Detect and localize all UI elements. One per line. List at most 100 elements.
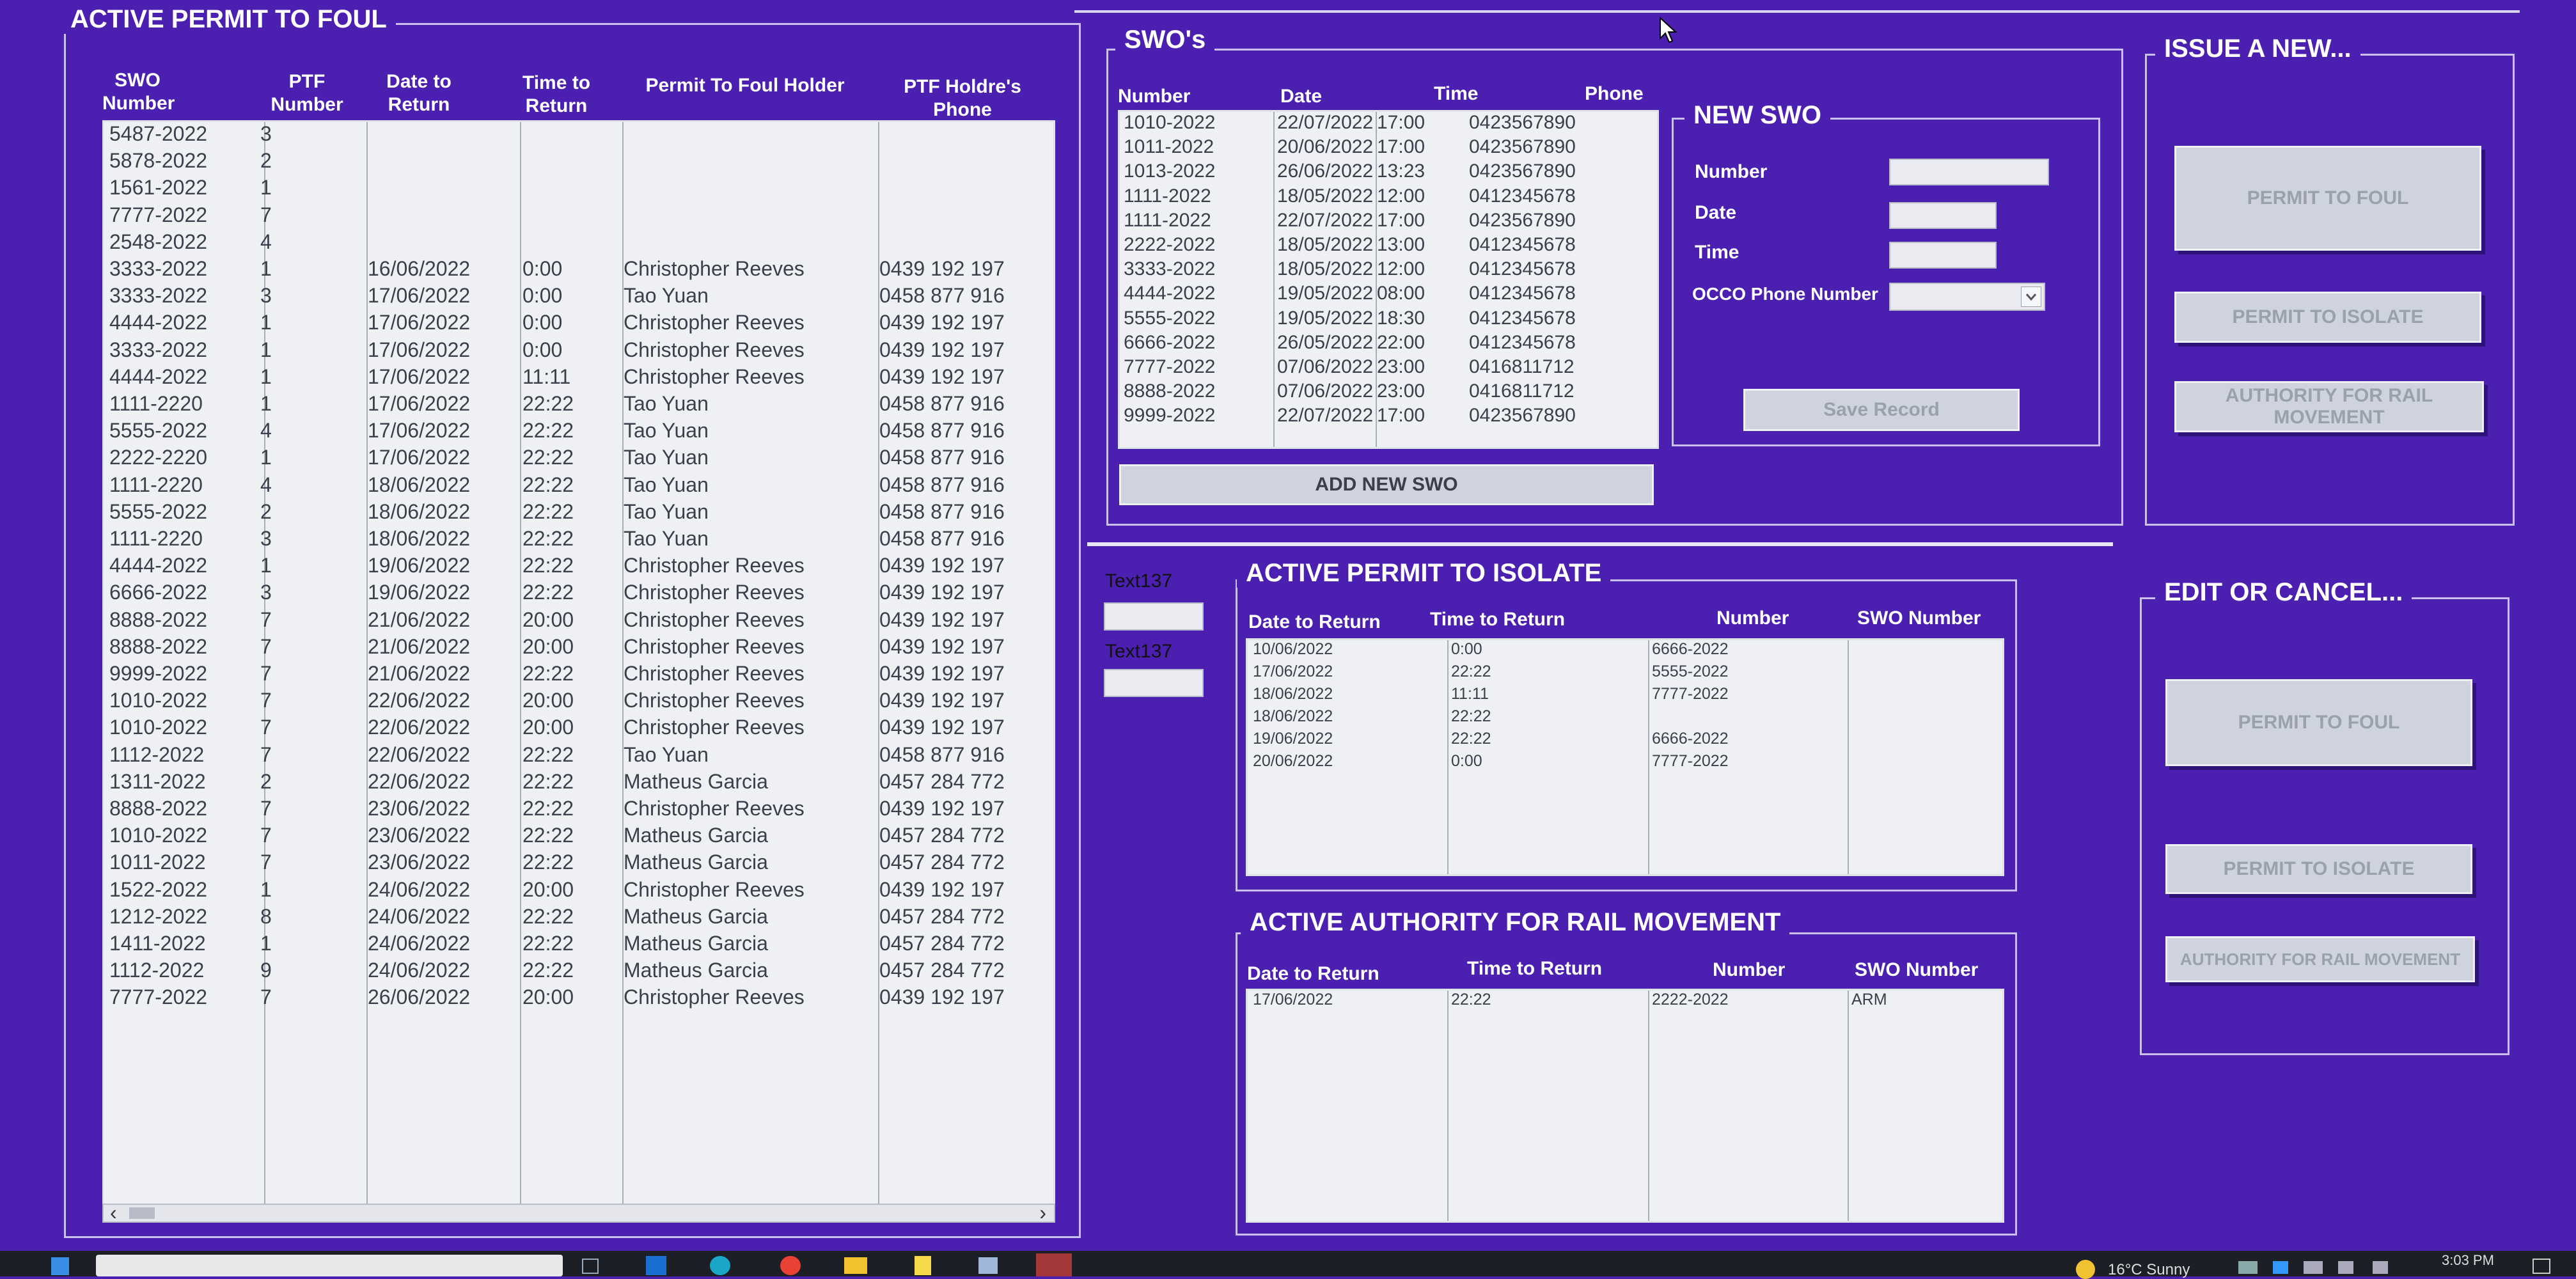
issue-permit-to-foul-button[interactable]: PERMIT TO FOUL: [2174, 146, 2481, 251]
ptf-row[interactable]: 5487-2022 3: [104, 122, 1053, 149]
new-swo-number-field[interactable]: [1889, 159, 2049, 185]
swo-row[interactable]: 9999-2022 22/07/2022 17:00 0423567890: [1120, 405, 1657, 429]
swo-cell: 18/05/2022: [1277, 258, 1374, 280]
swo-row[interactable]: 1011-2022 20/06/2022 17:00 0423567890: [1120, 136, 1657, 161]
pti-list[interactable]: 10/06/2022 0:00 6666-2022 17/06/2022 22:22 55…: [1246, 638, 2004, 876]
ptf-row[interactable]: 3333-2022 1 17/06/2022 0:00 Christopher Reev…: [104, 338, 1053, 365]
ptf-row[interactable]: 4444-2022 1 17/06/2022 11:11 Christopher Ree…: [104, 365, 1053, 392]
arm-row[interactable]: 17/06/2022 22:22 2222-2022 ARM: [1248, 991, 2002, 1013]
swo-cell: 6666-2022: [1124, 331, 1216, 353]
arm-title: ACTIVE AUTHORITY FOR RAIL MOVEMENT: [1241, 908, 1790, 937]
swo-row[interactable]: 7777-2022 07/06/2022 23:00 0416811712: [1120, 356, 1657, 381]
add-new-swo-button[interactable]: ADD NEW SWO: [1119, 464, 1654, 505]
ptf-row[interactable]: 2222-2220 1 17/06/2022 22:22 Tao Yuan 0458 87…: [104, 446, 1053, 473]
chrome-icon[interactable]: [780, 1256, 801, 1275]
clock[interactable]: 3:03 PM: [2442, 1252, 2494, 1269]
ptf-row[interactable]: 5555-2022 2 18/06/2022 22:22 Tao Yuan 0458 87…: [104, 500, 1053, 527]
swo-row[interactable]: 1013-2022 26/06/2022 13:23 0423567890: [1120, 161, 1657, 185]
save-record-button[interactable]: Save Record: [1743, 389, 2020, 431]
ptf-cell: 7: [260, 824, 272, 847]
ptf-row[interactable]: 5555-2022 4 17/06/2022 22:22 Tao Yuan 0458 87…: [104, 419, 1053, 446]
edit-permit-to-isolate-button[interactable]: PERMIT TO ISOLATE: [2165, 844, 2472, 894]
swo-row[interactable]: 3333-2022 18/05/2022 12:00 0412345678: [1120, 258, 1657, 283]
ptf-cell: 1: [260, 176, 272, 200]
new-swo-phone-dropdown[interactable]: [1889, 283, 2045, 311]
ptf-row[interactable]: 5878-2022 2: [104, 149, 1053, 176]
text137-field-1[interactable]: [1104, 602, 1204, 631]
swo-row[interactable]: 8888-2022 07/06/2022 23:00 0416811712: [1120, 381, 1657, 405]
ptf-row[interactable]: 1010-2022 7 22/06/2022 20:00 Christopher Ree…: [104, 716, 1053, 742]
swo-list[interactable]: 1010-2022 22/07/2022 17:00 0423567890 1011-2…: [1118, 110, 1659, 449]
ptf-row[interactable]: 1011-2022 7 23/06/2022 22:22 Matheus Garcia 0…: [104, 851, 1053, 877]
pti-row[interactable]: 17/06/2022 22:22 5555-2022: [1248, 663, 2002, 685]
file-explorer-icon[interactable]: [844, 1257, 867, 1274]
text137-field-2[interactable]: [1104, 669, 1204, 697]
pti-row[interactable]: 19/06/2022 22:22 6666-2022: [1248, 730, 2002, 752]
swo-row[interactable]: 1010-2022 22/07/2022 17:00 0423567890: [1120, 112, 1657, 136]
pti-row[interactable]: 18/06/2022 22:22: [1248, 707, 2002, 730]
ptf-row[interactable]: 3333-2022 3 17/06/2022 0:00 Tao Yuan 0458 877…: [104, 284, 1053, 311]
ptf-cell: 0458 877 916: [879, 284, 1005, 308]
pti-header-time: Time to Return: [1430, 609, 1566, 630]
ptf-row[interactable]: 7777-2022 7 26/06/2022 20:00 Christopher Ree…: [104, 985, 1053, 1012]
pti-row[interactable]: 10/06/2022 0:00 6666-2022: [1248, 640, 2002, 663]
start-icon[interactable]: [51, 1257, 69, 1275]
ptf-row[interactable]: 4444-2022 1 17/06/2022 0:00 Christopher Reev…: [104, 311, 1053, 338]
tray-icons[interactable]: [2238, 1261, 2430, 1274]
ptf-row[interactable]: 8888-2022 7 21/06/2022 20:00 Christopher Ree…: [104, 608, 1053, 635]
new-swo-time-field[interactable]: [1889, 242, 1997, 269]
edge-icon[interactable]: [710, 1256, 730, 1275]
swo-row[interactable]: 2222-2022 18/05/2022 13:00 0412345678: [1120, 234, 1657, 258]
ptf-row[interactable]: 1112-2022 9 24/06/2022 22:22 Matheus Garcia 0…: [104, 959, 1053, 985]
swo-row[interactable]: 1111-2022 18/05/2022 12:00 0412345678: [1120, 185, 1657, 210]
ptf-row[interactable]: 3333-2022 1 16/06/2022 0:00 Christopher Reev…: [104, 257, 1053, 284]
ptf-row[interactable]: 8888-2022 7 21/06/2022 20:00 Christopher Ree…: [104, 635, 1053, 662]
ptf-row[interactable]: 8888-2022 7 23/06/2022 22:22 Christopher Ree…: [104, 797, 1053, 824]
app-icon[interactable]: [978, 1257, 998, 1274]
ptf-row[interactable]: 2548-2022 4: [104, 230, 1053, 257]
ptf-cell: 24/06/2022: [368, 904, 471, 928]
ptf-row[interactable]: 1522-2022 1 24/06/2022 20:00 Christopher Ree…: [104, 878, 1053, 905]
ptf-row[interactable]: 1311-2022 2 22/06/2022 22:22 Matheus Garcia 0…: [104, 770, 1053, 797]
sticky-notes-icon[interactable]: [915, 1256, 931, 1275]
ptf-row[interactable]: 7777-2022 7: [104, 203, 1053, 230]
arm-list[interactable]: 17/06/2022 22:22 2222-2022 ARM: [1246, 989, 2004, 1223]
notification-icon[interactable]: [2533, 1259, 2550, 1274]
ptf-hscroll-thumb[interactable]: [129, 1207, 155, 1219]
ptf-row[interactable]: 1561-2022 1: [104, 176, 1053, 203]
swo-row[interactable]: 5555-2022 19/05/2022 18:30 0412345678: [1120, 308, 1657, 332]
taskview-icon[interactable]: [582, 1259, 599, 1274]
ptf-row[interactable]: 6666-2022 3 19/06/2022 22:22 Christopher Ree…: [104, 581, 1053, 608]
swo-row[interactable]: 4444-2022 19/05/2022 08:00 0412345678: [1120, 283, 1657, 307]
pti-row[interactable]: 20/06/2022 0:00 7777-2022: [1248, 752, 2002, 774]
ptf-list[interactable]: 5487-2022 3 5878-2022 2 1561-2022 1 7777-2022 7…: [102, 120, 1055, 1207]
search-box[interactable]: [96, 1255, 563, 1276]
new-swo-date-field[interactable]: [1889, 202, 1997, 229]
ptf-row[interactable]: 1010-2022 7 23/06/2022 22:22 Matheus Garcia 0…: [104, 824, 1053, 851]
ptf-row[interactable]: 1112-2022 7 22/06/2022 22:22 Tao Yuan 0458 87…: [104, 743, 1053, 770]
ptf-row[interactable]: 1010-2022 7 22/06/2022 20:00 Christopher Ree…: [104, 689, 1053, 716]
chevron-down-icon[interactable]: [2021, 286, 2041, 307]
ptf-row[interactable]: 1411-2022 1 24/06/2022 22:22 Matheus Garcia 0…: [104, 932, 1053, 959]
swo-row[interactable]: 1111-2022 22/07/2022 17:00 0423567890: [1120, 210, 1657, 234]
ptf-cell: Matheus Garcia: [624, 851, 768, 874]
ptf-row[interactable]: 1111-2220 3 18/06/2022 22:22 Tao Yuan 0458 87…: [104, 527, 1053, 554]
ptf-cell: 19/06/2022: [368, 581, 471, 604]
pti-row[interactable]: 18/06/2022 11:11 7777-2022: [1248, 685, 2002, 707]
ptf-row[interactable]: 4444-2022 1 19/06/2022 22:22 Christopher Ree…: [104, 554, 1053, 581]
ptf-row[interactable]: 9999-2022 7 21/06/2022 22:22 Christopher Ree…: [104, 662, 1053, 689]
edit-permit-to-foul-button[interactable]: PERMIT TO FOUL: [2165, 679, 2472, 766]
ptf-hscrollbar[interactable]: ‹ ›: [102, 1201, 1055, 1225]
issue-authority-rail-movement-button[interactable]: AUTHORITY FOR RAIL MOVEMENT: [2174, 381, 2484, 432]
access-icon[interactable]: [1036, 1253, 1072, 1276]
scroll-right-icon[interactable]: ›: [1039, 1201, 1046, 1225]
issue-permit-to-isolate-button[interactable]: PERMIT TO ISOLATE: [2174, 292, 2481, 343]
swo-row[interactable]: 6666-2022 26/05/2022 22:00 0412345678: [1120, 332, 1657, 356]
ptf-row[interactable]: 1111-2220 4 18/06/2022 22:22 Tao Yuan 0458 87…: [104, 473, 1053, 500]
outlook-icon[interactable]: [646, 1256, 666, 1275]
scroll-left-icon[interactable]: ‹: [110, 1201, 117, 1225]
edit-authority-rail-movement-button[interactable]: AUTHORITY FOR RAIL MOVEMENT: [2165, 936, 2475, 982]
ptf-row[interactable]: 1111-2220 1 17/06/2022 22:22 Tao Yuan 0458 87…: [104, 392, 1053, 419]
ptf-row[interactable]: 1212-2022 8 24/06/2022 22:22 Matheus Garcia 0…: [104, 905, 1053, 932]
pti-cell: 6666-2022: [1652, 640, 1729, 658]
